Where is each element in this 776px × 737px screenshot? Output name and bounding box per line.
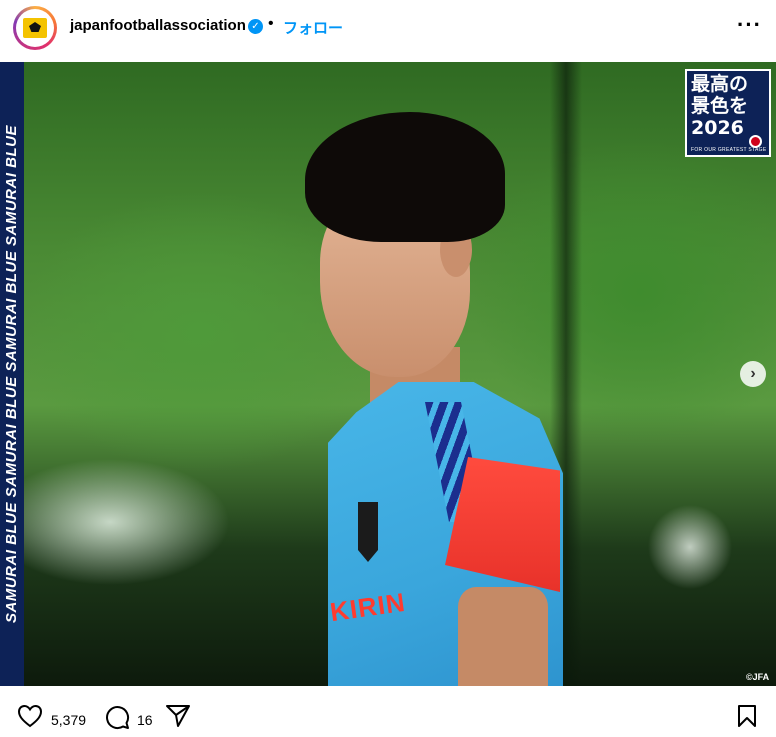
player-hair: [305, 112, 505, 242]
like-count[interactable]: 5,379: [51, 712, 86, 728]
jfa-emblem-icon: [23, 18, 47, 38]
share-icon[interactable]: [165, 704, 191, 733]
more-options-icon[interactable]: ···: [737, 14, 762, 36]
verified-badge-icon: ✓: [248, 19, 263, 34]
bookmark-icon[interactable]: [736, 704, 758, 733]
separator-dot: •: [268, 15, 274, 32]
samurai-blue-text: SAMURAI BLUE SAMURAI BLUE SAMURAI BLUE S…: [3, 125, 20, 623]
badge-line-1: 最高の: [691, 73, 749, 95]
post-header: japanfootballassociation ✓ • フォロー ···: [0, 0, 776, 58]
carousel-next-button[interactable]: ›: [740, 361, 766, 387]
heart-icon[interactable]: [17, 704, 43, 733]
campaign-badge: 最高の 景色を 2026 FOR OUR GREATEST STAGE: [685, 69, 771, 157]
post-image[interactable]: KIRIN SAMURAI BLUE SAMURAI BLUE SAMURAI …: [0, 62, 776, 686]
comment-count[interactable]: 16: [137, 712, 153, 728]
badge-line-3: 2026: [691, 117, 744, 139]
profile-avatar[interactable]: [13, 6, 57, 50]
comment-icon[interactable]: [104, 704, 130, 735]
action-bar: 5,379 16: [0, 690, 776, 737]
badge-line-2: 景色を: [691, 95, 749, 117]
player-arm: [458, 587, 548, 686]
player-figure: KIRIN: [300, 107, 570, 686]
samurai-blue-strip: SAMURAI BLUE SAMURAI BLUE SAMURAI BLUE S…: [0, 62, 24, 686]
badge-tagline: FOR OUR GREATEST STAGE: [691, 147, 767, 153]
username-link[interactable]: japanfootballassociation: [70, 17, 246, 34]
follow-button[interactable]: フォロー: [283, 17, 343, 38]
copyright-text: ©JFA: [746, 672, 770, 682]
jfa-crest-icon: [358, 502, 378, 562]
avatar-image: [16, 9, 54, 47]
